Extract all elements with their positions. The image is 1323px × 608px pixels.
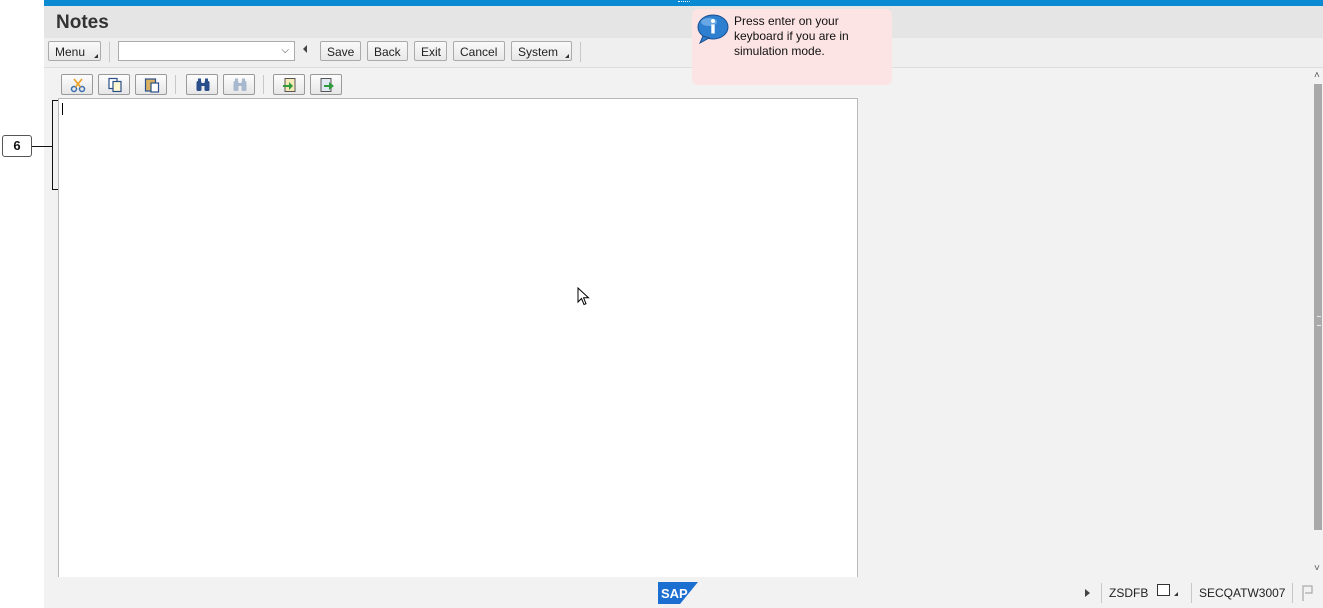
- import-icon: [283, 78, 296, 92]
- main-toolbar: Menu ⌵ Save Back Exit Cancel System: [44, 38, 1323, 68]
- cancel-button[interactable]: Cancel: [453, 41, 505, 61]
- scrollbar-grip-icon: [1317, 316, 1321, 326]
- expand-status-icon[interactable]: [1085, 589, 1090, 597]
- resize-grip-icon[interactable]: [678, 1, 690, 4]
- callout-bracket: [52, 100, 58, 190]
- info-bubble-icon: [697, 14, 729, 44]
- import-button[interactable]: [273, 74, 305, 95]
- system-button[interactable]: System: [511, 41, 572, 61]
- server-name: SECQATW3007: [1199, 586, 1286, 600]
- sap-logo-text: SAP: [661, 586, 688, 601]
- system-info-icon[interactable]: [1157, 584, 1178, 596]
- export-button[interactable]: [310, 74, 342, 95]
- text-caret: [62, 103, 63, 115]
- toolbar-separator: [580, 42, 581, 62]
- dropdown-corner-icon: [565, 54, 569, 58]
- editor-toolbar-separator: [263, 75, 264, 94]
- menu-button-label: Menu: [55, 45, 86, 59]
- mouse-pointer-icon: [577, 287, 590, 306]
- dropdown-corner-icon: [94, 54, 98, 58]
- status-separator: [1101, 583, 1102, 603]
- system-id: ZSDFB: [1109, 586, 1149, 600]
- chevron-down-icon[interactable]: ⌵: [281, 45, 289, 56]
- sap-logo: SAP: [658, 582, 698, 604]
- status-separator: [1191, 583, 1192, 603]
- command-field[interactable]: ⌵: [118, 41, 295, 61]
- cut-icon: [70, 78, 86, 93]
- tooltip-text: Press enter on your keyboard if you are …: [734, 14, 849, 58]
- title-bar: Notes: [44, 6, 1323, 38]
- vertical-scrollbar[interactable]: ˄ ˅: [1313, 70, 1323, 576]
- step-callout: 6: [0, 133, 52, 159]
- dropdown-corner-icon: [1174, 592, 1178, 596]
- flag-icon[interactable]: [1300, 584, 1316, 602]
- export-icon: [320, 78, 334, 92]
- find-next-button: [223, 74, 255, 95]
- toolbar-separator: [109, 42, 110, 62]
- copy-button[interactable]: [98, 74, 130, 95]
- editor-toolbar-separator: [175, 75, 176, 94]
- find-button[interactable]: [186, 74, 218, 95]
- exit-button[interactable]: Exit: [414, 41, 447, 61]
- notes-text-editor[interactable]: [58, 98, 858, 578]
- callout-number: 6: [2, 135, 32, 157]
- copy-icon: [108, 77, 122, 93]
- scroll-down-icon[interactable]: ˅: [1314, 563, 1320, 574]
- menu-button[interactable]: Menu: [48, 41, 101, 61]
- save-button[interactable]: Save: [320, 41, 361, 61]
- system-button-label: System: [518, 45, 559, 59]
- status-bar: SAP ZSDFB SECQATW3007: [44, 577, 1323, 608]
- sap-gui-window: Notes Menu ⌵ Save Back Exit Cancel Syste…: [44, 0, 1323, 608]
- paste-icon: [144, 78, 160, 93]
- page-title: Notes: [56, 12, 109, 33]
- callout-connector: [32, 146, 52, 147]
- expand-toolbar-arrow-icon[interactable]: [303, 45, 307, 53]
- find-icon: [196, 78, 210, 91]
- back-button[interactable]: Back: [367, 41, 408, 61]
- status-separator: [1292, 583, 1293, 603]
- cut-button[interactable]: [61, 74, 93, 95]
- scroll-up-icon[interactable]: ˄: [1314, 70, 1320, 81]
- simulation-tooltip: Press enter on your keyboard if you are …: [692, 9, 892, 85]
- paste-button[interactable]: [135, 74, 167, 95]
- scrollbar-thumb[interactable]: [1314, 84, 1322, 530]
- find-next-icon: [233, 78, 247, 91]
